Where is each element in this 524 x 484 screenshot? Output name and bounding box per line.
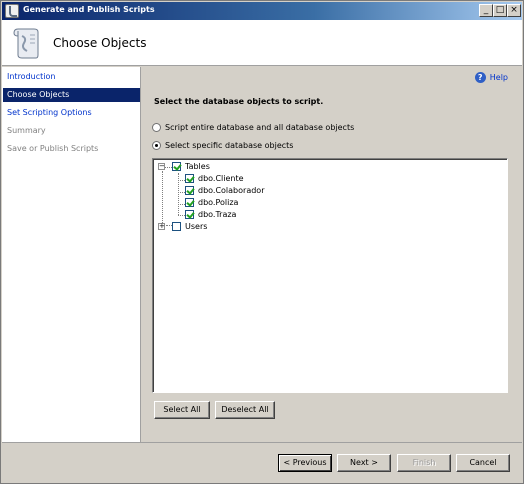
page-header: Choose Objects [2, 20, 522, 66]
title-bar[interactable]: Generate and Publish Scripts _ □ × [2, 2, 522, 20]
finish-button: Finish [397, 454, 451, 472]
nav-item-introduction[interactable]: Introduction [3, 70, 140, 84]
deselect-all-button[interactable]: Deselect All [215, 401, 275, 419]
help-icon: ? [474, 72, 486, 83]
tree-node-label: dbo.Traza [198, 210, 237, 219]
radio-label: Select specific database objects [165, 141, 294, 150]
table-checkbox[interactable] [185, 210, 194, 219]
users-checkbox[interactable] [172, 222, 181, 231]
radio-script-entire-database[interactable]: Script entire database and all database … [152, 123, 354, 135]
tree-node-label: Users [185, 222, 208, 231]
app-icon [5, 4, 19, 18]
tables-checkbox[interactable] [172, 162, 181, 171]
radio-button[interactable] [152, 141, 161, 150]
table-checkbox[interactable] [185, 174, 194, 183]
tree-node-label: dbo.Poliza [198, 198, 239, 207]
object-tree[interactable]: − Tables dbo.Cliente dbo.Colaborador dbo… [152, 158, 508, 393]
generate-scripts-dialog: Generate and Publish Scripts _ □ × Choos… [0, 0, 524, 484]
table-checkbox[interactable] [185, 186, 194, 195]
maximize-button[interactable]: □ [493, 4, 507, 17]
tree-node-label: Tables [185, 162, 210, 171]
help-label: Help [489, 73, 508, 82]
radio-select-specific-objects[interactable]: Select specific database objects [152, 141, 293, 153]
minimize-button[interactable]: _ [479, 4, 493, 17]
previous-button[interactable]: < Previous [278, 454, 332, 472]
tree-node-table[interactable]: dbo.Colaborador [153, 185, 293, 197]
tree-node-table[interactable]: dbo.Cliente [153, 173, 293, 185]
expand-icon[interactable]: + [158, 223, 165, 230]
script-scroll-icon [13, 28, 39, 59]
help-link[interactable]: ? Help [474, 72, 508, 83]
tree-node-tables[interactable]: − Tables [153, 161, 273, 173]
wizard-navigation: Introduction Choose Objects Set Scriptin… [2, 67, 141, 442]
page-title: Choose Objects [53, 36, 147, 50]
nav-item-summary: Summary [7, 126, 46, 135]
nav-item-choose-objects[interactable]: Choose Objects [3, 88, 140, 102]
tree-node-users[interactable]: + Users [153, 221, 273, 233]
window-title: Generate and Publish Scripts [23, 5, 155, 14]
main-panel: ? Help Select the database objects to scr… [142, 67, 522, 442]
close-button[interactable]: × [507, 4, 521, 17]
radio-button[interactable] [152, 123, 161, 132]
nav-item-set-scripting-options[interactable]: Set Scripting Options [3, 106, 140, 120]
nav-item-save-or-publish: Save or Publish Scripts [7, 144, 99, 153]
next-button[interactable]: Next > [337, 454, 391, 472]
tree-node-label: dbo.Cliente [198, 174, 244, 183]
instruction-text: Select the database objects to script. [154, 97, 324, 106]
radio-label: Script entire database and all database … [165, 123, 355, 132]
tree-node-label: dbo.Colaborador [198, 186, 265, 195]
tree-node-table[interactable]: dbo.Traza [153, 209, 293, 221]
tree-node-table[interactable]: dbo.Poliza [153, 197, 293, 209]
cancel-button[interactable]: Cancel [456, 454, 510, 472]
collapse-icon[interactable]: − [158, 163, 165, 170]
select-all-button[interactable]: Select All [154, 401, 210, 419]
wizard-footer: < Previous Next > Finish Cancel [2, 442, 522, 483]
table-checkbox[interactable] [185, 198, 194, 207]
